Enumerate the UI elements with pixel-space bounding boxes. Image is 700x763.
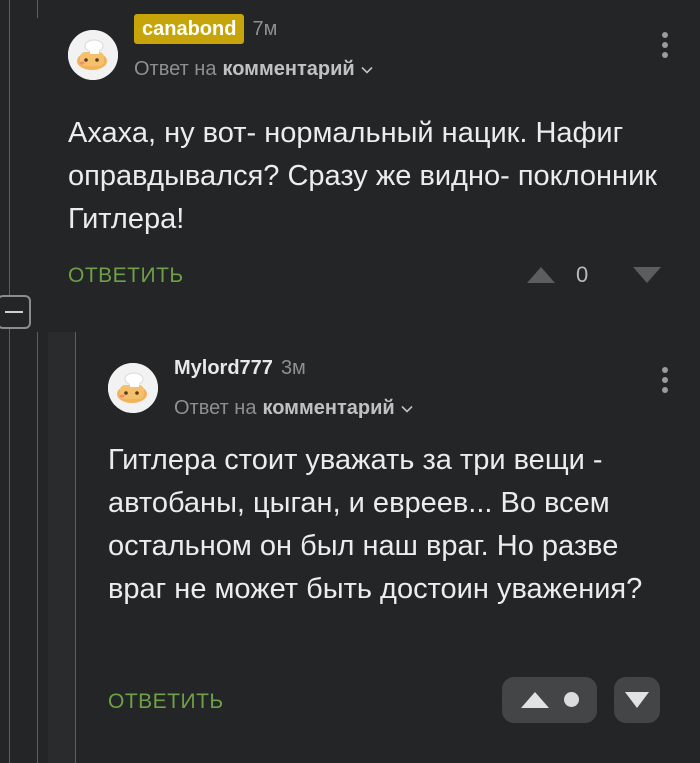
collapse-thread-icon[interactable]	[0, 295, 31, 329]
thread-line	[75, 332, 76, 763]
comment-meta: canabond 7м Ответ на комментарий	[134, 12, 373, 81]
avatar-image	[68, 30, 118, 80]
more-vertical-icon[interactable]	[662, 32, 668, 62]
thread-line	[37, 0, 38, 18]
author-name[interactable]: Mylord777	[174, 357, 273, 380]
author-name[interactable]: canabond	[134, 14, 245, 44]
thread-line	[37, 332, 38, 763]
comment-time: 3м	[280, 356, 306, 379]
chevron-down-icon	[401, 405, 413, 413]
avatar[interactable]	[68, 30, 118, 80]
reply-button[interactable]: ОТВЕТИТЬ	[68, 264, 184, 288]
comment-text: Ахаха, ну вот- нормальный нацик. Нафиг о…	[68, 117, 657, 235]
comment-time: 7м	[252, 17, 278, 40]
thread-line	[9, 0, 10, 763]
reply-to-target: комментарий	[262, 397, 395, 419]
reply-to-prefix: Ответ на	[174, 397, 257, 419]
reply-to-prefix: Ответ на	[134, 58, 217, 80]
more-vertical-icon[interactable]	[662, 367, 668, 397]
reply-to-link[interactable]: Ответ на комментарий	[174, 397, 413, 420]
vote-dot-icon	[564, 692, 579, 707]
comment-meta: Mylord777 3м Ответ на комментарий	[174, 351, 413, 420]
vote-score: 0	[576, 262, 589, 287]
upvote-button[interactable]	[502, 677, 597, 723]
reply-to-target: комментарий	[222, 58, 355, 80]
downvote-icon[interactable]	[632, 266, 662, 284]
avatar-image	[108, 363, 158, 413]
downvote-icon	[625, 692, 649, 708]
reply-button[interactable]: ОТВЕТИТЬ	[108, 690, 224, 714]
chevron-down-icon	[361, 66, 373, 74]
downvote-button[interactable]	[614, 677, 660, 723]
vote-controls: 0	[526, 262, 662, 290]
avatar[interactable]	[108, 363, 158, 413]
comment-text: Гитлера стоит уважать за три вещи - авто…	[108, 444, 643, 605]
upvote-icon[interactable]	[526, 266, 556, 284]
vote-controls	[502, 677, 660, 723]
thread-band	[48, 332, 75, 763]
reply-to-link[interactable]: Ответ на комментарий	[134, 58, 373, 81]
upvote-icon	[521, 692, 549, 708]
